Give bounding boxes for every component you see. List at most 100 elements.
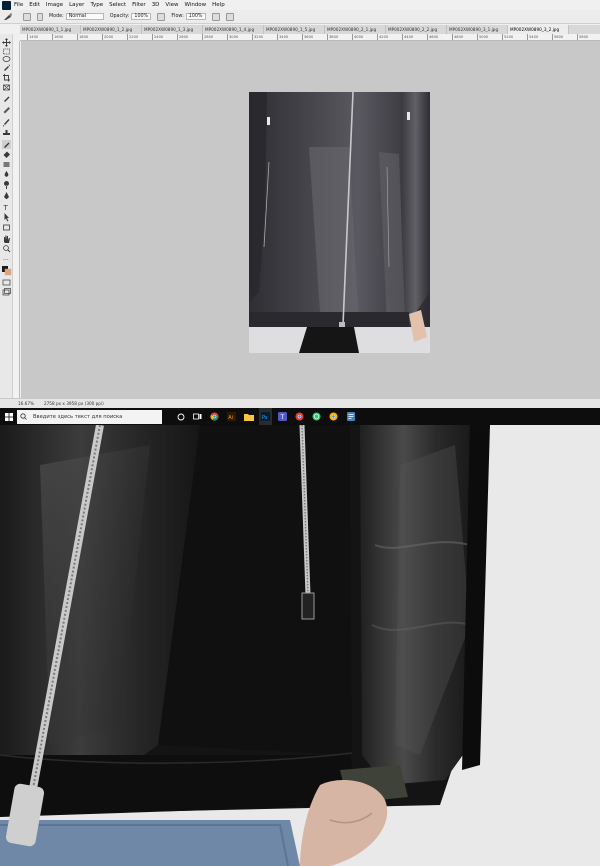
lasso-tool-icon[interactable] xyxy=(2,56,11,62)
illustrator-icon[interactable]: Ai xyxy=(225,408,238,425)
zoom-tool-icon[interactable] xyxy=(3,245,9,251)
hand-tool-icon[interactable] xyxy=(4,235,10,244)
ruler-label: 3000 xyxy=(227,34,239,40)
chrome-alt-icon[interactable] xyxy=(293,408,306,425)
healing-brush-tool-icon[interactable] xyxy=(3,107,11,114)
tab-document[interactable]: MP002XW0890_1_4.jpg xyxy=(203,25,264,34)
ruler-label: 2400 xyxy=(152,34,164,40)
mode-select[interactable]: Normal xyxy=(65,13,104,20)
ruler-label: 5200 xyxy=(502,34,514,40)
marquee-tool-icon[interactable] xyxy=(3,48,10,55)
whatsapp-icon[interactable] xyxy=(310,408,323,425)
jacket-closeup-photo xyxy=(0,425,600,866)
mode-label: Mode: xyxy=(49,14,64,19)
windows-start-icon[interactable] xyxy=(0,408,17,425)
ruler-label: 3200 xyxy=(252,34,264,40)
options-bar: Mode: Normal Opacity: 100% Flow: 100% xyxy=(0,10,600,24)
menu-file[interactable]: File xyxy=(14,0,23,10)
ruler-label: 1400 xyxy=(27,34,39,40)
opacity-label: Opacity: xyxy=(109,14,130,19)
ruler-label: 4400 xyxy=(402,34,414,40)
tab-document[interactable]: MP002XW0890_3_1.jpg xyxy=(447,25,508,34)
menu-filter[interactable]: Filter xyxy=(132,0,146,10)
background-color-swatch[interactable] xyxy=(4,268,12,276)
menu-help[interactable]: Help xyxy=(212,0,225,10)
chrome-icon-2[interactable] xyxy=(327,408,340,425)
tab-document-active[interactable]: MP002XW0890_3_2.jpg xyxy=(508,25,569,34)
photoshop-logo-icon xyxy=(2,0,11,10)
gradient-tool-icon[interactable] xyxy=(3,162,10,167)
frame-tool-icon[interactable] xyxy=(3,84,10,91)
brush-settings-button[interactable] xyxy=(37,12,43,21)
eyedropper-icon[interactable] xyxy=(4,95,11,103)
flow-label: Flow: xyxy=(171,14,184,19)
search-icon xyxy=(20,413,27,420)
file-explorer-icon[interactable] xyxy=(242,408,255,425)
ruler-label: 5800 xyxy=(577,34,589,40)
menu-image[interactable]: Image xyxy=(46,0,63,10)
tab-document[interactable]: MP002XW0890_2_2.jpg xyxy=(386,25,447,34)
dodge-tool-icon[interactable] xyxy=(3,181,9,189)
blur-tool-icon[interactable] xyxy=(4,171,9,177)
brush-tool-icon[interactable] xyxy=(3,119,10,127)
ruler-label: 5400 xyxy=(527,34,539,40)
healing-brush-icon[interactable] xyxy=(3,12,13,21)
tab-document[interactable]: MP002XW0890_2_1.jpg xyxy=(325,25,386,34)
chrome-icon[interactable] xyxy=(208,408,221,425)
teams-icon[interactable]: T xyxy=(276,408,289,425)
pressure-opacity-icon[interactable] xyxy=(157,12,166,21)
document-info[interactable]: 2758 px x 3958 px (300 ppi) xyxy=(44,401,104,406)
pen-tool-icon[interactable] xyxy=(4,192,9,199)
horizontal-ruler: 1400 1600 1800 2000 2200 2400 2600 2800 … xyxy=(20,34,600,41)
ruler-label: 2200 xyxy=(127,34,139,40)
quick-mask-icon[interactable] xyxy=(2,279,11,286)
more-tools-icon[interactable]: ··· xyxy=(3,257,9,264)
menu-select[interactable]: Select xyxy=(109,0,126,10)
ruler-label: 4800 xyxy=(452,34,464,40)
move-tool-icon[interactable] xyxy=(2,38,11,47)
crop-tool-icon[interactable] xyxy=(3,74,10,82)
menu-view[interactable]: View xyxy=(165,0,178,10)
menu-bar: File Edit Image Layer Type Select Filter… xyxy=(0,0,600,10)
shape-tool-icon[interactable] xyxy=(3,224,10,231)
ruler-label: 4200 xyxy=(377,34,389,40)
svg-text:Ps: Ps xyxy=(262,415,268,421)
photoshop-window: File Edit Image Layer Type Select Filter… xyxy=(0,0,600,408)
eraser-icon[interactable] xyxy=(3,151,11,159)
pressure-size-icon[interactable] xyxy=(225,12,234,21)
menu-layer[interactable]: Layer xyxy=(69,0,84,10)
ruler-label: 2800 xyxy=(202,34,214,40)
photoshop-icon[interactable]: Ps xyxy=(259,408,272,425)
windows-taskbar: Введите здесь текст для поиска Ai Ps T xyxy=(0,408,600,425)
menu-window[interactable]: Window xyxy=(184,0,206,10)
screen-mode-icon[interactable] xyxy=(2,289,10,296)
ruler-label: 3600 xyxy=(302,34,314,40)
tab-document[interactable]: MP002XW0890_1_2.jpg xyxy=(81,25,142,34)
document-image[interactable] xyxy=(249,92,430,353)
menu-edit[interactable]: Edit xyxy=(29,0,40,10)
flow-input[interactable]: 100% xyxy=(185,13,206,20)
search-placeholder: Введите здесь текст для поиска xyxy=(33,413,123,420)
taskbar-search-box[interactable]: Введите здесь текст для поиска xyxy=(17,409,162,424)
airbrush-icon[interactable] xyxy=(211,12,220,21)
menu-3d[interactable]: 3D xyxy=(152,0,160,10)
tab-document[interactable]: MP002XW0890_1_5.jpg xyxy=(264,25,325,34)
clone-stamp-icon[interactable] xyxy=(3,130,10,135)
quick-selection-icon[interactable] xyxy=(4,64,10,72)
tab-document[interactable]: MP002XW0890_1_1.jpg xyxy=(20,25,81,34)
ruler-label: 1800 xyxy=(77,34,89,40)
cortana-icon[interactable] xyxy=(174,408,187,425)
tools-panel: T ··· xyxy=(0,34,13,398)
zoom-level[interactable]: 16.67% xyxy=(18,401,34,406)
ruler-label: 2000 xyxy=(102,34,114,40)
notes-icon[interactable] xyxy=(344,408,357,425)
document-tabs: MP002XW0890_1_1.jpg MP002XW0890_1_2.jpg … xyxy=(20,25,600,34)
menu-type[interactable]: Type xyxy=(90,0,103,10)
type-tool-icon[interactable]: T xyxy=(3,204,9,212)
opacity-input[interactable]: 100% xyxy=(131,13,152,20)
path-selection-icon[interactable] xyxy=(4,213,10,222)
tab-document[interactable]: MP002XW0890_1_3.jpg xyxy=(142,25,203,34)
ruler-label: 1600 xyxy=(52,34,64,40)
task-view-icon[interactable] xyxy=(191,408,204,425)
brush-preset-picker[interactable] xyxy=(23,12,31,21)
